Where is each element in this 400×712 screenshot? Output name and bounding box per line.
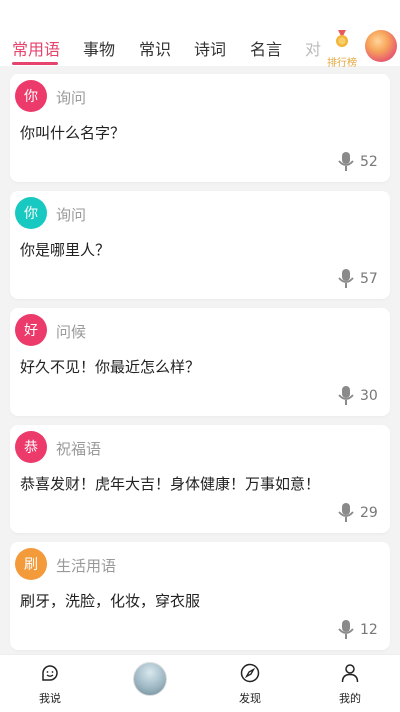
record-count: 12 <box>360 622 378 638</box>
tab-things[interactable]: 事物 <box>83 36 115 60</box>
smile-face-icon <box>42 665 58 681</box>
medal-icon <box>336 30 348 47</box>
nav-discover[interactable]: 发现 <box>220 663 280 706</box>
nav-mine[interactable]: 我的 <box>320 663 380 706</box>
center-action-avatar[interactable] <box>133 662 167 696</box>
nav-speak-label: 我说 <box>39 692 61 705</box>
tab-common-sense[interactable]: 常识 <box>139 36 171 60</box>
card-category: 询问 <box>56 206 87 224</box>
tab-quotes[interactable]: 名言 <box>250 36 282 60</box>
card-category: 祝福语 <box>56 440 102 458</box>
mic-icon[interactable] <box>338 152 354 172</box>
mic-icon[interactable] <box>338 620 354 640</box>
card-category: 生活用语 <box>56 557 117 575</box>
card-sentence: 你是哪里人？ <box>20 241 111 259</box>
tab-common-phrases[interactable]: 常用语 <box>12 36 60 60</box>
card-sentence: 你叫什么名字？ <box>20 124 126 142</box>
leaderboard-button[interactable]: 排行榜 <box>320 30 364 69</box>
card-sentence: 刷牙，洗脸，化妆，穿衣服 <box>20 592 201 610</box>
phrase-card[interactable]: 好 问候 好久不见！你最近怎么样？ 30 <box>10 308 390 416</box>
card-category: 询问 <box>56 89 87 107</box>
top-bar: 常用语 事物 常识 诗词 名言 对 排行榜 <box>0 0 400 69</box>
phrase-card[interactable]: 刷 生活用语 刷牙，洗脸，化妆，穿衣服 12 <box>10 542 390 650</box>
active-tab-indicator <box>12 62 58 65</box>
person-icon <box>341 664 359 683</box>
record-count: 29 <box>360 505 378 521</box>
phrase-card[interactable]: 你 询问 你叫什么名字？ 52 <box>10 74 390 182</box>
card-sentence: 好久不见！你最近怎么样？ <box>20 358 201 376</box>
compass-icon <box>240 663 260 683</box>
record-count: 52 <box>360 154 378 170</box>
mic-icon[interactable] <box>338 269 354 289</box>
record-count: 30 <box>360 388 378 404</box>
category-tabs: 常用语 事物 常识 诗词 名言 对 <box>0 0 322 66</box>
card-badge: 恭 <box>15 431 47 463</box>
card-category: 问候 <box>56 323 87 341</box>
mic-icon[interactable] <box>338 503 354 523</box>
nav-mine-label: 我的 <box>339 692 361 705</box>
card-badge: 你 <box>15 80 47 112</box>
card-badge: 你 <box>15 197 47 229</box>
phrase-card[interactable]: 恭 祝福语 恭喜发财！虎年大吉！身体健康！万事如意！ 29 <box>10 425 390 533</box>
card-badge: 刷 <box>15 548 47 580</box>
leaderboard-label: 排行榜 <box>327 58 357 69</box>
tab-partial[interactable]: 对 <box>305 36 321 60</box>
card-sentence: 恭喜发财！虎年大吉！身体健康！万事如意！ <box>20 475 321 493</box>
tab-poetry[interactable]: 诗词 <box>194 36 226 60</box>
user-avatar[interactable] <box>365 30 397 62</box>
card-badge: 好 <box>15 314 47 346</box>
record-count: 57 <box>360 271 378 287</box>
nav-speak[interactable]: 我说 <box>20 663 80 706</box>
phrase-card[interactable]: 你 询问 你是哪里人？ 57 <box>10 191 390 299</box>
mic-icon[interactable] <box>338 386 354 406</box>
nav-discover-label: 发现 <box>239 692 261 705</box>
bottom-navigation: 我说 发现 我的 <box>0 654 400 712</box>
